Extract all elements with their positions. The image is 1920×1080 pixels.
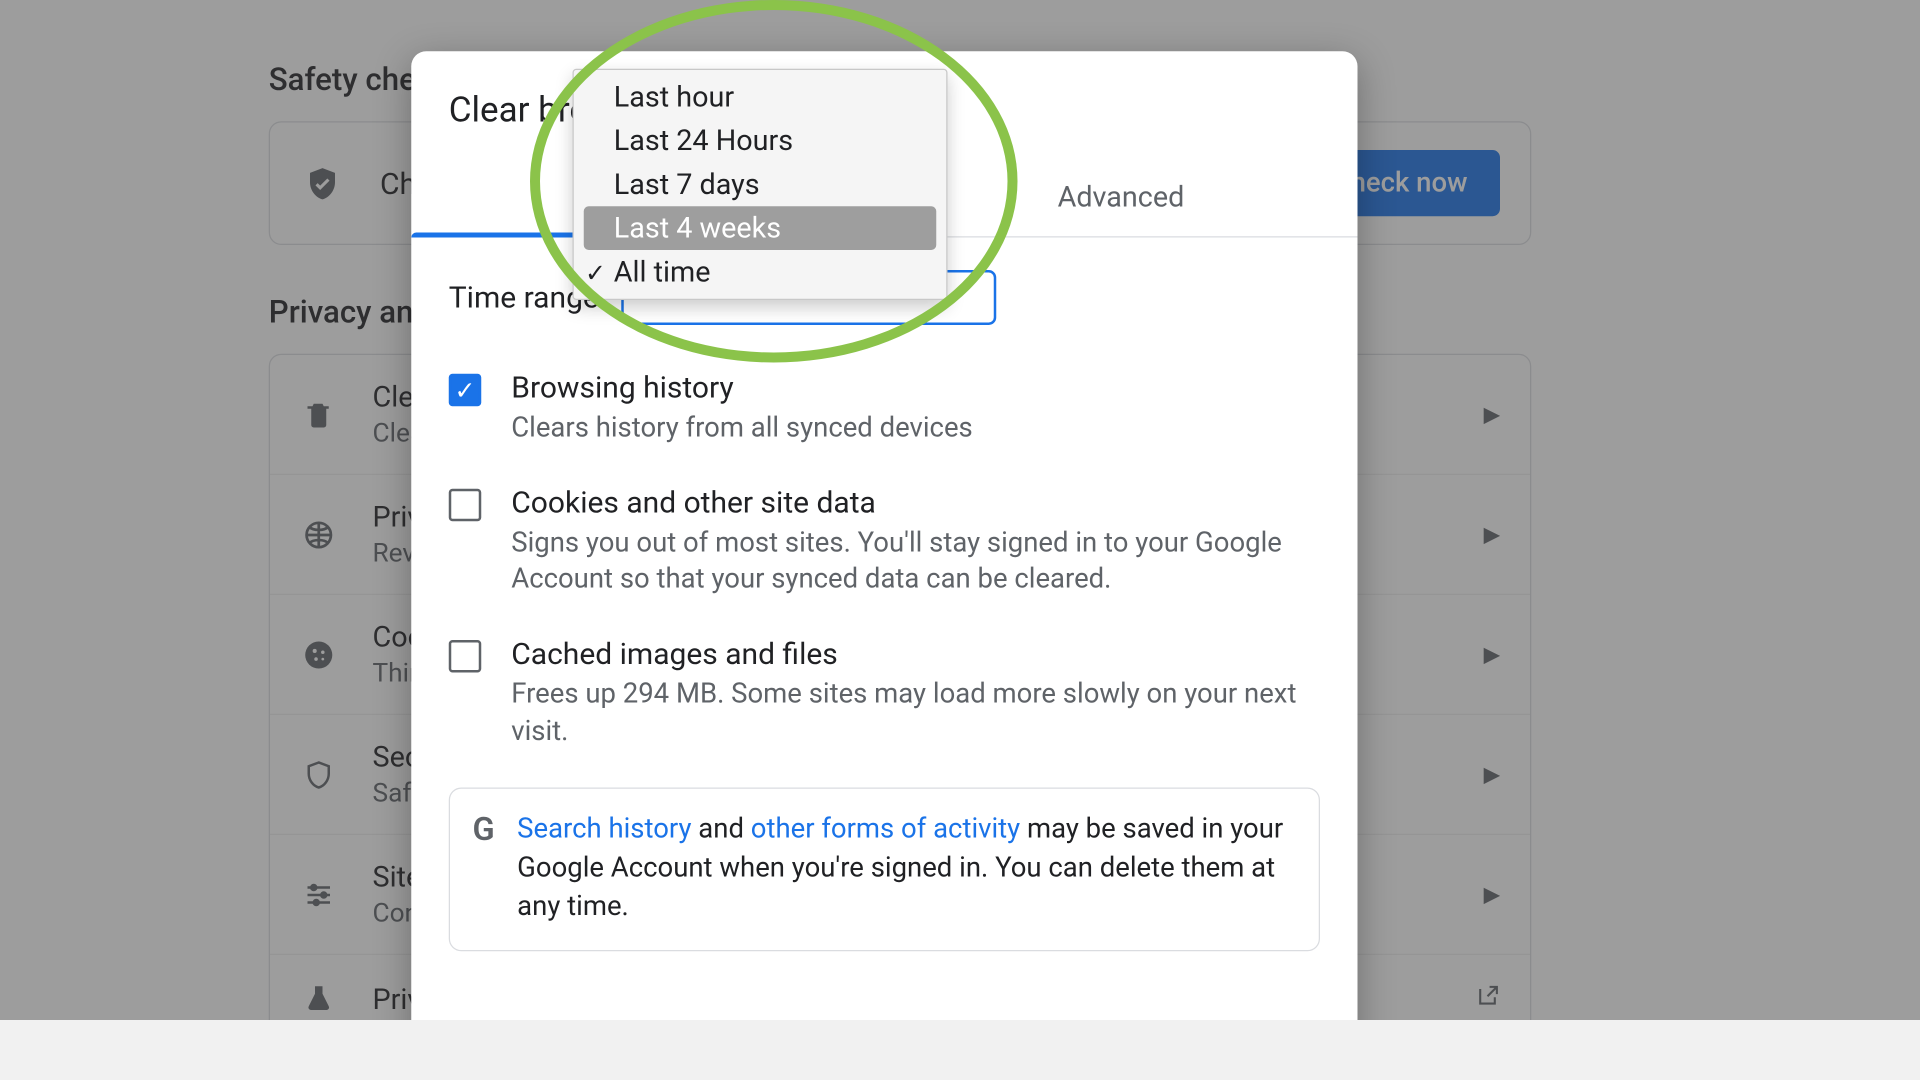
- chevron-right-icon: ▶: [1484, 762, 1500, 787]
- external-link-icon: [1475, 983, 1500, 1014]
- option-sub: Signs you out of most sites. You'll stay…: [511, 525, 1320, 599]
- dropdown-item-last-4-weeks[interactable]: Last 4 weeks: [584, 206, 937, 250]
- privacy-guide-icon: [300, 516, 338, 554]
- dropdown-item-last-7-days[interactable]: Last 7 days: [574, 163, 947, 207]
- dropdown-item-last-hour[interactable]: Last hour: [574, 75, 947, 119]
- option-browsing-history[interactable]: ✓ Browsing history Clears history from a…: [449, 370, 1320, 447]
- info-text: Search history and other forms of activi…: [517, 812, 1296, 927]
- other-activity-link[interactable]: other forms of activity: [751, 814, 1020, 845]
- checkmark-icon: ✓: [585, 257, 606, 287]
- option-sub: Clears history from all synced devices: [511, 410, 972, 447]
- dropdown-item-last-24-hours[interactable]: Last 24 Hours: [574, 119, 947, 163]
- time-range-dropdown[interactable]: Last hour Last 24 Hours Last 7 days Last…: [573, 69, 948, 300]
- option-title: Browsing history: [511, 370, 972, 405]
- search-history-link[interactable]: Search history: [517, 814, 691, 845]
- trash-icon: [300, 396, 338, 434]
- option-sub: Frees up 294 MB. Some sites may load mor…: [511, 676, 1320, 750]
- shield-check-icon: [300, 161, 345, 206]
- sliders-icon: [300, 876, 338, 914]
- dropdown-item-all-time[interactable]: ✓All time: [574, 250, 947, 294]
- checkbox-cached[interactable]: [449, 640, 482, 673]
- google-account-info: G Search history and other forms of acti…: [449, 788, 1320, 951]
- option-cookies[interactable]: Cookies and other site data Signs you ou…: [449, 485, 1320, 599]
- option-title: Cached images and files: [511, 636, 1320, 671]
- cookie-icon: [300, 636, 338, 674]
- chevron-right-icon: ▶: [1484, 882, 1500, 907]
- google-icon: G: [473, 812, 495, 850]
- flask-icon: [300, 980, 338, 1018]
- option-cached[interactable]: Cached images and files Frees up 294 MB.…: [449, 636, 1320, 750]
- chevron-right-icon: ▶: [1484, 402, 1500, 427]
- chevron-right-icon: ▶: [1484, 642, 1500, 667]
- chevron-right-icon: ▶: [1484, 522, 1500, 547]
- checkbox-browsing-history[interactable]: ✓: [449, 374, 482, 407]
- tab-advanced[interactable]: Advanced: [884, 158, 1357, 237]
- security-shield-icon: [300, 756, 338, 794]
- checkbox-cookies[interactable]: [449, 488, 482, 521]
- option-title: Cookies and other site data: [511, 485, 1320, 520]
